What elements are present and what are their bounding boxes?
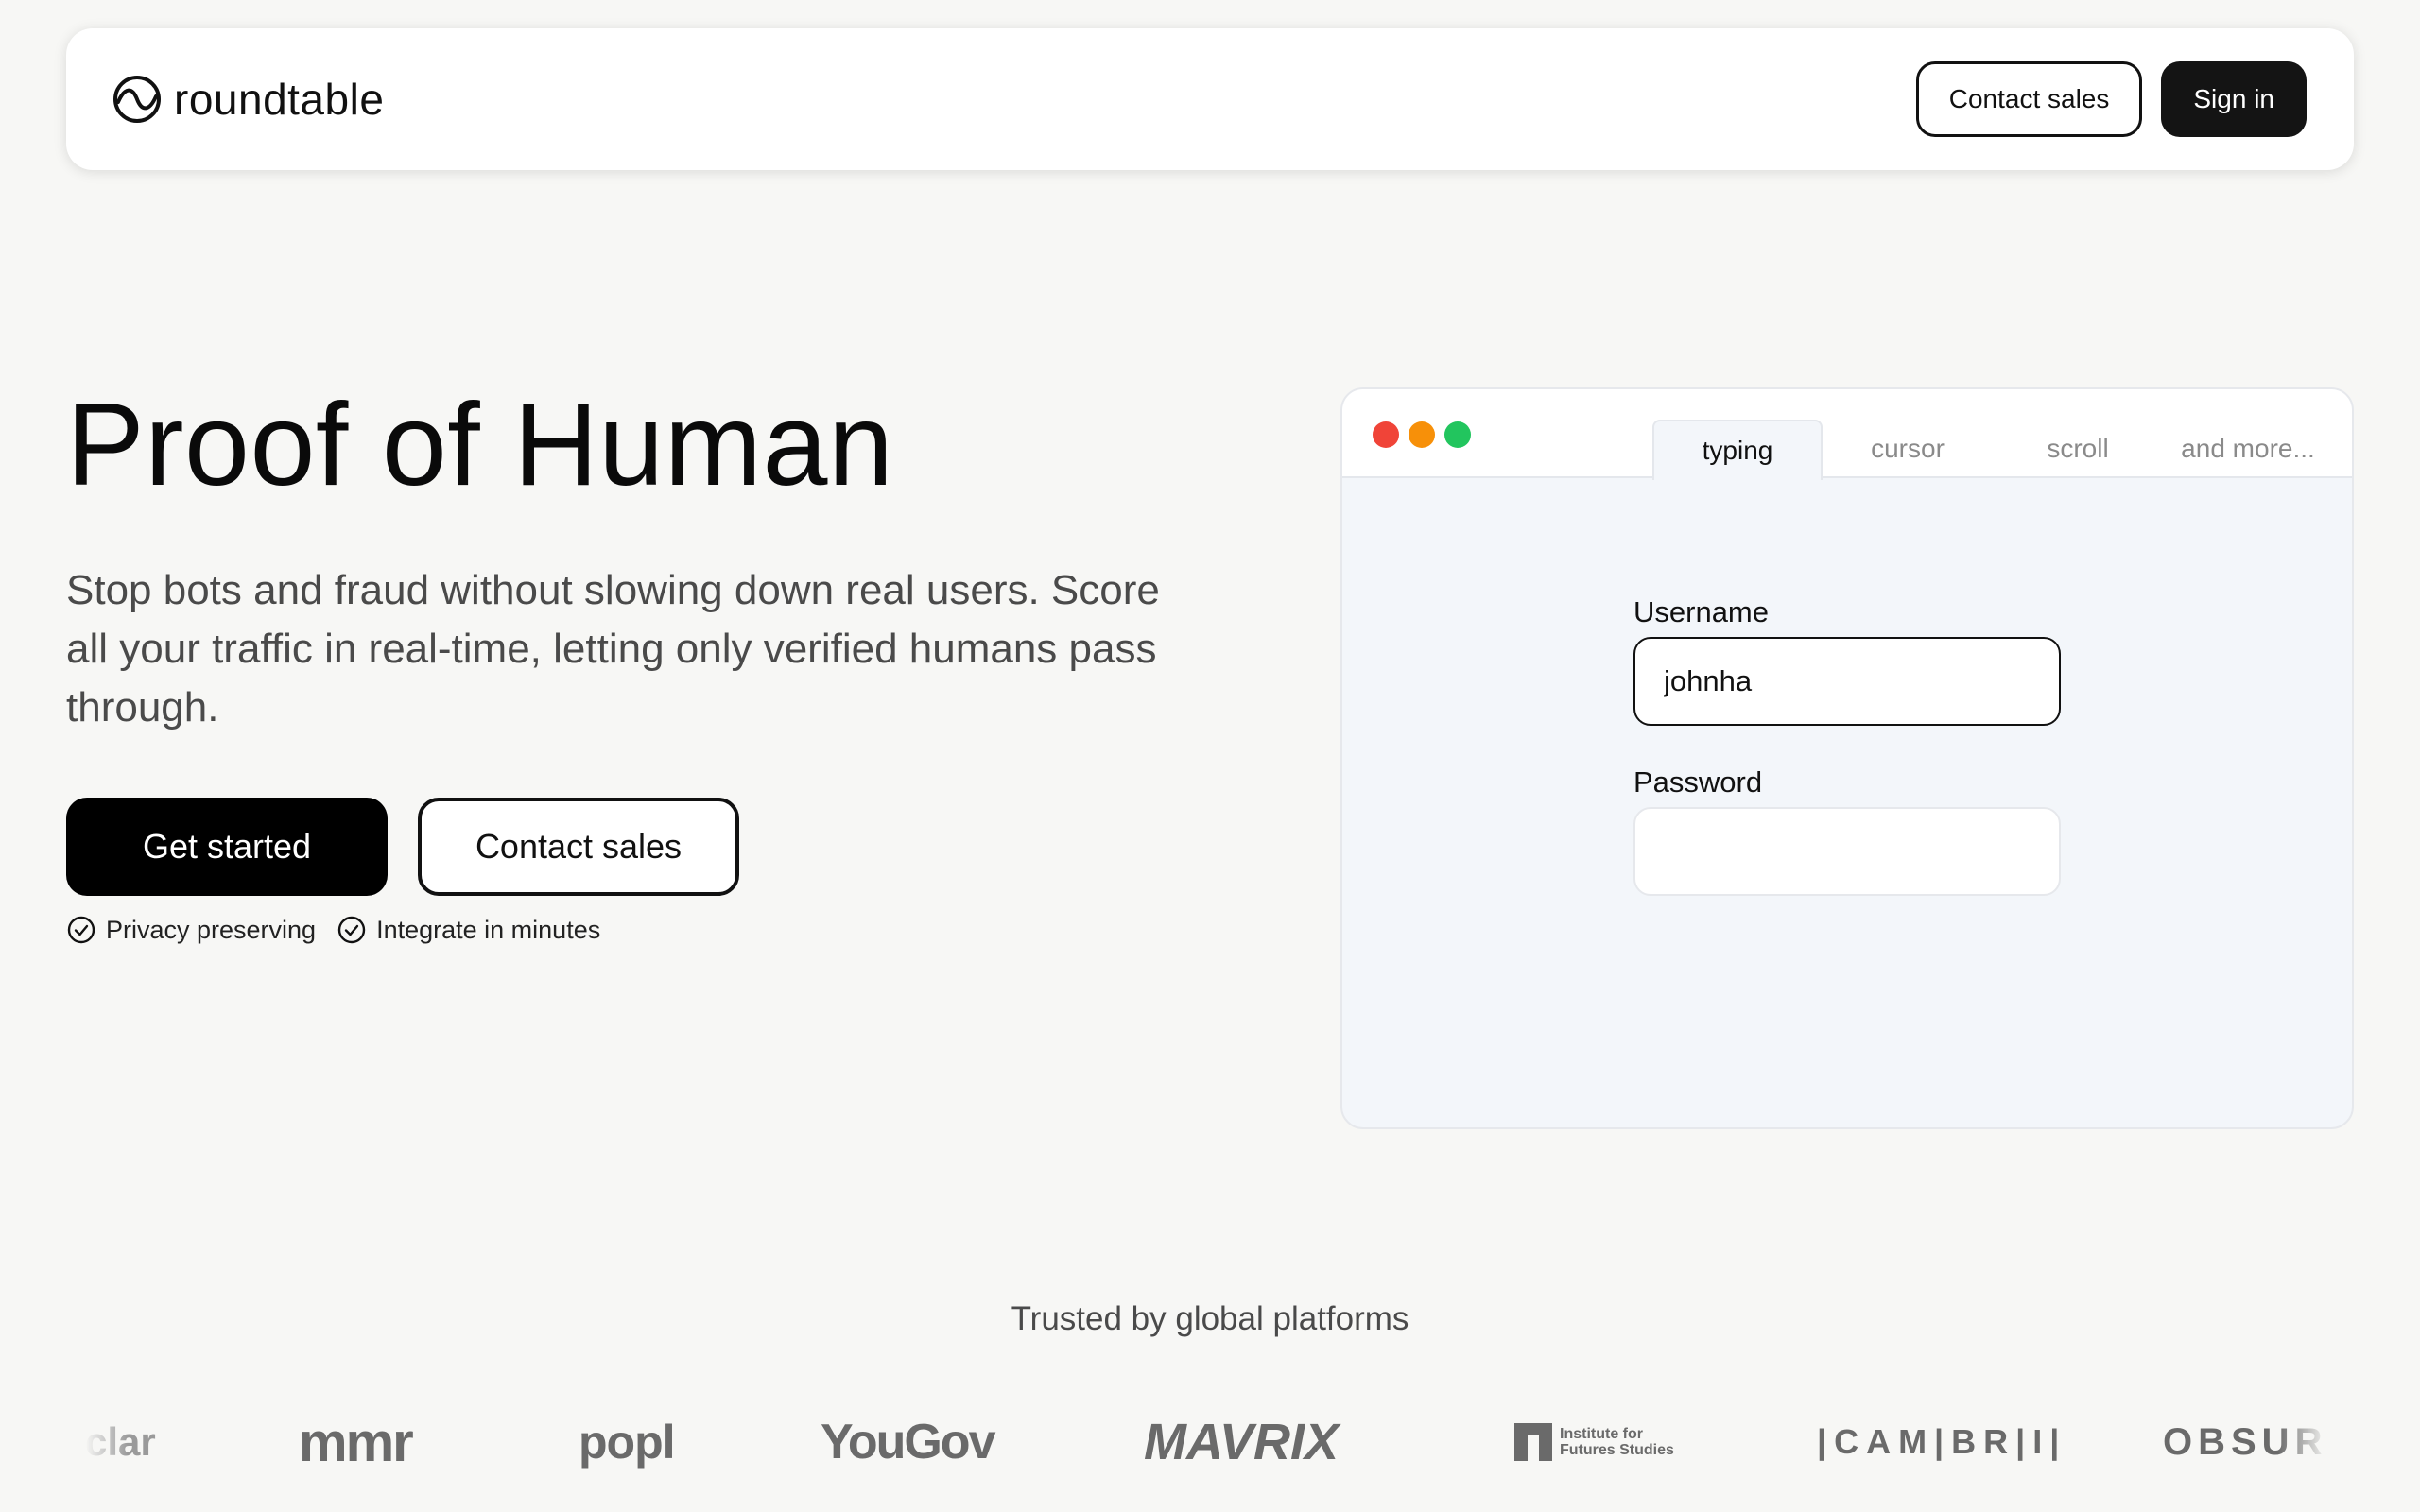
minimize-dot-icon xyxy=(1409,421,1435,448)
logo-obsur: OBSUR xyxy=(2163,1420,2328,1463)
iffs-line-2: Futures Studies xyxy=(1560,1442,1674,1458)
feature-item: Privacy preserving xyxy=(66,915,316,945)
demo-login-form: Username Password xyxy=(1634,595,2061,896)
iffs-line-1: Institute for xyxy=(1560,1426,1643,1442)
window-controls xyxy=(1373,421,1471,448)
iffs-mark-icon xyxy=(1514,1423,1552,1461)
check-circle-icon xyxy=(67,916,95,944)
logo-mavrix: MAVRIX xyxy=(1144,1414,1340,1470)
feature-list: Privacy preserving Integrate in minutes xyxy=(66,915,600,945)
password-label: Password xyxy=(1634,765,1763,799)
demo-window: typing cursor scroll and more... Usernam… xyxy=(1340,387,2354,1129)
feature-label: Privacy preserving xyxy=(106,915,317,944)
top-nav: roundtable Contact sales Sign in xyxy=(66,28,2354,170)
cta-row: Get started Contact sales xyxy=(66,798,739,896)
nav-actions: Contact sales Sign in xyxy=(1915,61,2307,137)
hero-subtitle: Stop bots and fraud without slowing down… xyxy=(66,567,1160,730)
maximize-dot-icon xyxy=(1444,421,1471,448)
password-input[interactable] xyxy=(1634,807,2061,896)
nav-contact-sales-button[interactable]: Contact sales xyxy=(1915,61,2143,137)
iffs-text: Institute for Futures Studies xyxy=(1560,1426,1674,1458)
tab-scroll[interactable]: scroll xyxy=(1993,420,2163,478)
tab-and-more[interactable]: and more... xyxy=(2163,420,2333,478)
feature-item: Integrate in minutes xyxy=(337,915,600,945)
brand[interactable]: roundtable xyxy=(112,74,384,125)
logo-popl: popl xyxy=(579,1416,676,1469)
demo-window-titlebar: typing cursor scroll and more... xyxy=(1342,389,2352,480)
logo-clar: clar xyxy=(85,1419,156,1464)
tab-cursor[interactable]: cursor xyxy=(1823,420,1993,478)
demo-tabs: typing cursor scroll and more... xyxy=(1652,420,2333,480)
get-started-button[interactable]: Get started xyxy=(66,798,388,896)
hero-contact-sales-button[interactable]: Contact sales xyxy=(418,798,739,896)
trusted-title: Trusted by global platforms xyxy=(1011,1300,1409,1337)
roundtable-logo-icon xyxy=(113,76,161,123)
username-label: Username xyxy=(1634,595,1769,628)
sign-in-button[interactable]: Sign in xyxy=(2161,61,2307,137)
tab-typing[interactable]: typing xyxy=(1652,420,1823,480)
logo-mmr: mmr xyxy=(299,1411,414,1473)
check-circle-icon xyxy=(337,916,366,944)
logo-institute-futures-studies: Institute for Futures Studies xyxy=(1514,1414,1674,1470)
username-input[interactable] xyxy=(1634,637,2061,726)
logo-yougov: YouGov xyxy=(821,1415,995,1469)
close-dot-icon xyxy=(1373,421,1399,448)
logo-cambri: |CAM|BR|I| xyxy=(1817,1422,2067,1461)
hero-title: Proof of Human xyxy=(66,380,894,510)
feature-label: Integrate in minutes xyxy=(376,915,601,944)
brand-name: roundtable xyxy=(174,75,385,124)
